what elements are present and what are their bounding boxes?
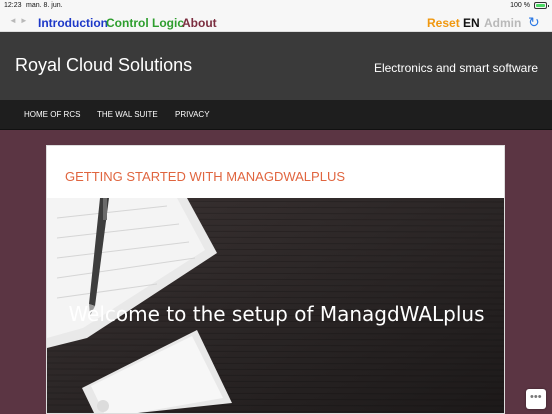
status-bar: 12:23 man. 8. jun. 100 %: [0, 0, 552, 12]
battery-icon: [534, 2, 549, 9]
post-card: GETTING STARTED WITH MANAGDWALPLUS Welco…: [46, 145, 505, 414]
post-title: GETTING STARTED WITH MANAGDWALPLUS: [65, 169, 346, 184]
hero-image: Welcome to the setup of ManagdWALplus: [47, 198, 504, 413]
tab-introduction[interactable]: Introduction: [38, 16, 108, 30]
app-toolbar: ◄► Introduction Control Logic About Rese…: [0, 12, 552, 32]
language-button[interactable]: EN: [463, 16, 480, 30]
history-arrows: ◄►: [9, 16, 31, 25]
back-arrow-icon[interactable]: ◄: [9, 16, 20, 25]
more-dots-icon: •••: [530, 391, 542, 403]
forward-arrow-icon[interactable]: ►: [20, 16, 31, 25]
status-date: man. 8. jun.: [26, 2, 63, 9]
main-nav: HOME OF RCS THE WAL SUITE PRIVACY: [0, 100, 552, 130]
reset-button[interactable]: Reset: [427, 16, 460, 30]
refresh-icon[interactable]: ↻: [528, 14, 540, 31]
more-options-button[interactable]: •••: [526, 389, 546, 409]
admin-button[interactable]: Admin: [484, 16, 521, 30]
site-tagline: Electronics and smart software: [373, 61, 538, 75]
site-title[interactable]: Royal Cloud Solutions: [15, 55, 192, 76]
site-header: Royal Cloud Solutions Electronics and sm…: [0, 32, 552, 100]
nav-item-wal-suite[interactable]: THE WAL SUITE: [97, 110, 158, 119]
nav-item-privacy[interactable]: PRIVACY: [175, 110, 210, 119]
tab-control-logic[interactable]: Control Logic: [106, 16, 184, 30]
nav-item-home[interactable]: HOME OF RCS: [24, 110, 80, 119]
tab-about[interactable]: About: [182, 16, 217, 30]
status-time: 12:23: [4, 2, 22, 9]
hero-welcome-text: Welcome to the setup of ManagdWALplus: [68, 302, 485, 326]
battery-percentage: 100 %: [510, 2, 530, 9]
